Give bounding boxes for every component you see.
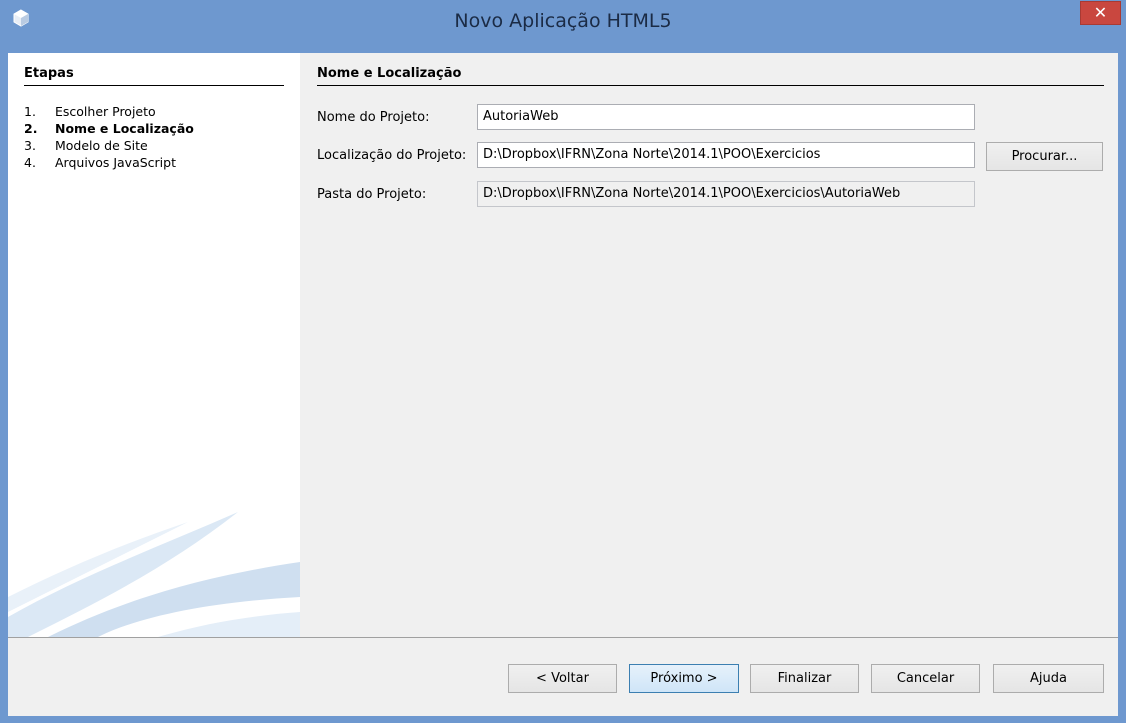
step-number: 4. [24, 155, 36, 170]
steps-list: 1. Escolher Projeto 2. Nome e Localização … [24, 103, 194, 171]
project-location-input[interactable]: D:\Dropbox\IFRN\Zona Norte\2014.1\POO\Ex… [477, 142, 975, 168]
step-item: 4. Arquivos JavaScript [24, 154, 194, 171]
steps-divider [24, 85, 284, 86]
project-name-label: Nome do Projeto: [317, 110, 430, 125]
steps-title: Etapas [24, 66, 74, 81]
title-bar[interactable]: Novo Aplicação HTML5 ✕ [0, 0, 1126, 44]
section-divider [317, 85, 1104, 86]
dialog-window: Novo Aplicação HTML5 ✕ Etapas 1. Escolher… [0, 0, 1126, 723]
decorative-swoosh-graphic [8, 512, 300, 637]
button-bar: < Voltar Próximo > Finalizar Cancelar Aj… [8, 637, 1118, 716]
step-label: Modelo de Site [55, 138, 148, 153]
step-label: Arquivos JavaScript [55, 155, 176, 170]
form-panel: Nome e Localização Nome do Projeto: Auto… [300, 53, 1118, 637]
step-number: 3. [24, 138, 36, 153]
project-folder-label: Pasta do Projeto: [317, 187, 427, 202]
close-button[interactable]: ✕ [1080, 1, 1121, 25]
step-number: 2. [24, 121, 38, 136]
step-item: 3. Modelo de Site [24, 137, 194, 154]
step-number: 1. [24, 104, 36, 119]
project-location-label: Localização do Projeto: [317, 148, 467, 163]
step-item-current: 2. Nome e Localização [24, 120, 194, 137]
cancel-button[interactable]: Cancelar [871, 664, 980, 693]
finish-button[interactable]: Finalizar [750, 664, 859, 693]
dialog-client-area: Etapas 1. Escolher Projeto 2. Nome e Local… [8, 53, 1118, 716]
step-item: 1. Escolher Projeto [24, 103, 194, 120]
help-button[interactable]: Ajuda [993, 664, 1104, 693]
step-label: Nome e Localização [55, 121, 194, 136]
window-title: Novo Aplicação HTML5 [454, 10, 672, 32]
project-folder-field: D:\Dropbox\IFRN\Zona Norte\2014.1\POO\Ex… [477, 181, 975, 207]
back-button[interactable]: < Voltar [508, 664, 617, 693]
next-button[interactable]: Próximo > [629, 664, 739, 693]
section-title: Nome e Localização [317, 66, 462, 81]
project-name-input[interactable]: AutoriaWeb [477, 104, 975, 130]
browse-button[interactable]: Procurar... [986, 142, 1103, 171]
steps-panel: Etapas 1. Escolher Projeto 2. Nome e Local… [8, 53, 300, 637]
step-label: Escolher Projeto [55, 104, 156, 119]
